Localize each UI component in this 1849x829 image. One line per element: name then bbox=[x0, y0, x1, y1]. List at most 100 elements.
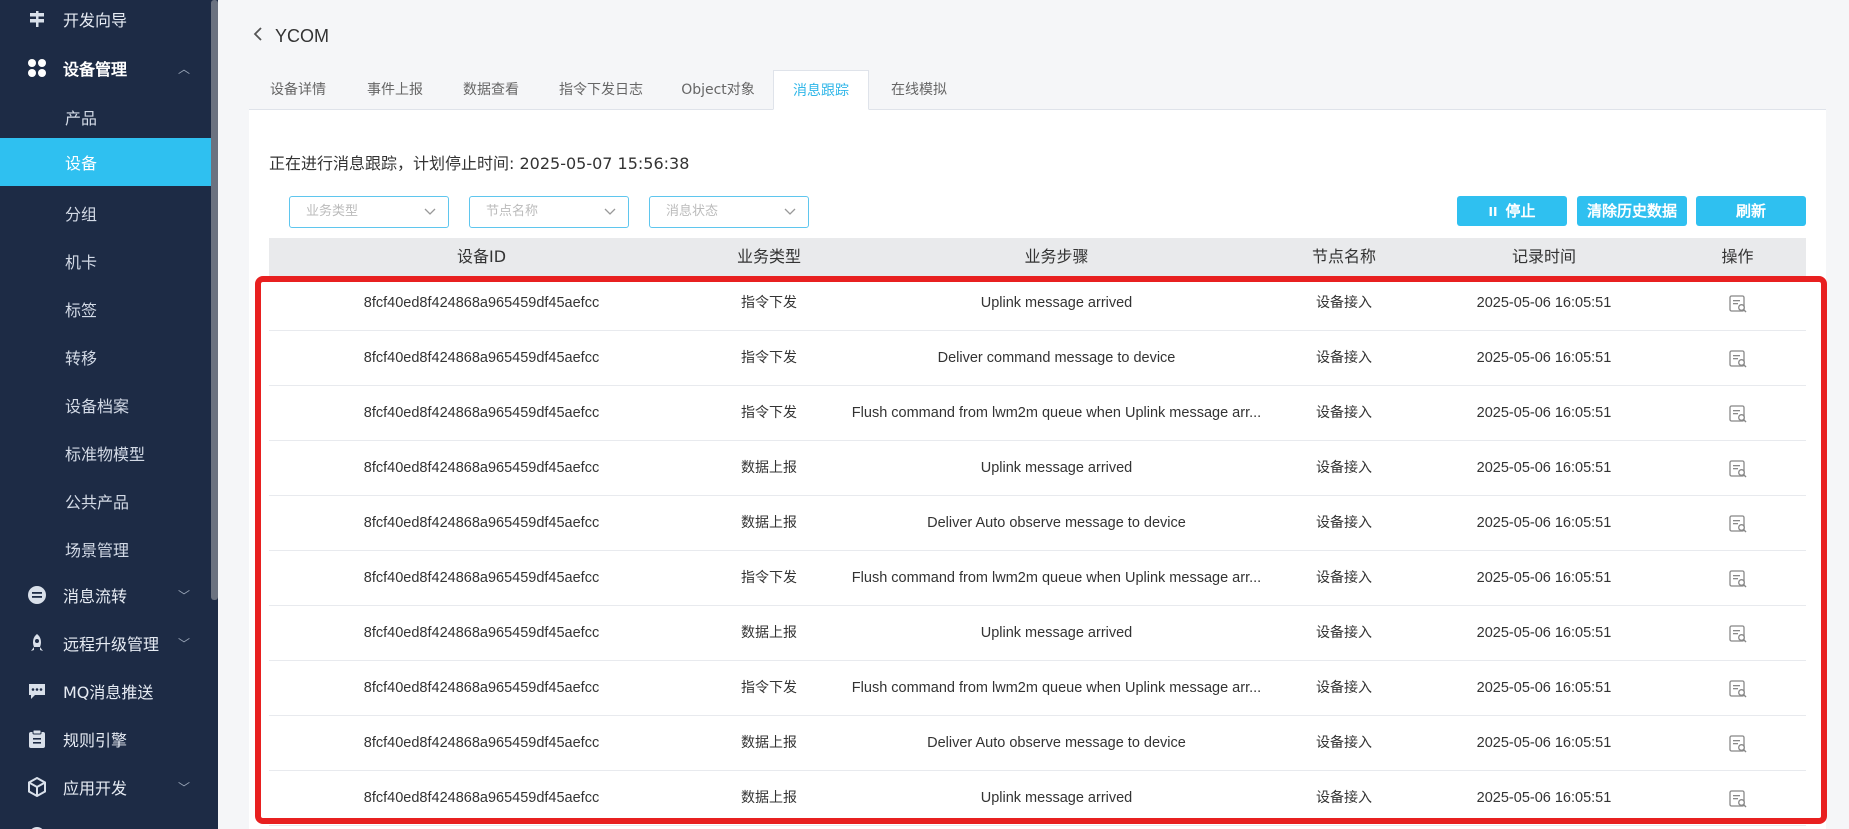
sidebar-subitem-scene[interactable]: 场景管理 bbox=[0, 525, 211, 573]
chevron-down-icon bbox=[604, 197, 616, 238]
sidebar-subitem-device[interactable]: 设备 bbox=[0, 138, 211, 186]
cell-record-time: 2025-05-06 16:05:51 bbox=[1476, 680, 1612, 696]
chevron-up-icon: ︿ bbox=[178, 61, 191, 76]
rocket-icon bbox=[26, 632, 48, 654]
cell-business-step: Flush command from lwm2m queue when Upli… bbox=[851, 405, 1262, 421]
back-icon[interactable] bbox=[252, 26, 264, 47]
clipboard-icon bbox=[26, 728, 48, 750]
sidebar-item-label: MQ消息推送 bbox=[63, 683, 154, 702]
cell-device-id: 8fcf40ed8f424868a965459df45aefcc bbox=[363, 735, 600, 751]
cell-record-time: 2025-05-06 16:05:51 bbox=[1476, 625, 1612, 641]
view-detail-icon[interactable] bbox=[1728, 569, 1748, 589]
message-trace-panel: 正在进行消息跟踪，计划停止时间: 2025-05-07 15:56:38 业务类… bbox=[249, 110, 1826, 829]
sidebar-item-label: 设备管理 bbox=[63, 60, 128, 79]
view-detail-icon[interactable] bbox=[1728, 624, 1748, 644]
refresh-button[interactable]: 刷新 bbox=[1696, 196, 1806, 226]
tab-command-log[interactable]: 指令下发日志 bbox=[539, 70, 663, 110]
sidebar-subitem-transfer[interactable]: 转移 bbox=[0, 333, 211, 381]
business-type-select[interactable]: 业务类型 bbox=[289, 196, 449, 228]
column-header-actions: 操作 bbox=[1721, 247, 1754, 266]
table-row: 8fcf40ed8f424868a965459df45aefcc 数据上报 Upli… bbox=[269, 441, 1806, 496]
sidebar-subitem-archive[interactable]: 设备档案 bbox=[0, 381, 211, 429]
cell-business-step: Flush command from lwm2m queue when Upli… bbox=[851, 680, 1262, 696]
cell-business-type: 数据上报 bbox=[741, 515, 797, 531]
sidebar-subitem-sim[interactable]: 机卡 bbox=[0, 237, 211, 285]
pause-icon: II bbox=[1488, 205, 1498, 219]
cell-record-time: 2025-05-06 16:05:51 bbox=[1476, 790, 1612, 806]
cell-device-id: 8fcf40ed8f424868a965459df45aefcc bbox=[363, 790, 600, 806]
tab-object[interactable]: Object对象 bbox=[663, 70, 773, 110]
sidebar-subitem-label: 分组 bbox=[65, 205, 98, 224]
sidebar-item-device-management[interactable]: 设备管理 ︿ bbox=[0, 44, 211, 92]
message-status-select[interactable]: 消息状态 bbox=[649, 196, 809, 228]
cell-node-name: 设备接入 bbox=[1316, 735, 1372, 751]
cell-record-time: 2025-05-06 16:05:51 bbox=[1476, 460, 1612, 476]
cell-node-name: 设备接入 bbox=[1316, 515, 1372, 531]
view-detail-icon[interactable] bbox=[1728, 404, 1748, 424]
select-placeholder: 消息状态 bbox=[666, 204, 719, 219]
view-detail-icon[interactable] bbox=[1728, 294, 1748, 314]
sidebar-item-rule-engine[interactable]: 规则引擎 bbox=[0, 715, 211, 763]
view-detail-icon[interactable] bbox=[1728, 514, 1748, 534]
sidebar-item-label: 远程升级管理 bbox=[63, 635, 160, 654]
sidebar-scrollbar[interactable] bbox=[211, 0, 218, 600]
view-detail-icon[interactable] bbox=[1728, 734, 1748, 754]
table-row: 8fcf40ed8f424868a965459df45aefcc 数据上报 Deli… bbox=[269, 496, 1806, 551]
sidebar-subitem-tag[interactable]: 标签 bbox=[0, 285, 211, 333]
sidebar-subitem-thing-model[interactable]: 标准物模型 bbox=[0, 429, 211, 477]
sidebar-item-dev-guide[interactable]: 开发向导 bbox=[0, 0, 211, 43]
sidebar-item-ota[interactable]: 远程升级管理 ﹀ bbox=[0, 619, 211, 667]
view-detail-icon[interactable] bbox=[1728, 679, 1748, 699]
partial-icon bbox=[26, 824, 48, 829]
stop-button[interactable]: II 停止 bbox=[1457, 196, 1567, 226]
cell-business-step: Deliver command message to device bbox=[937, 350, 1176, 366]
tab-device-details[interactable]: 设备详情 bbox=[249, 70, 347, 110]
cell-business-step: Deliver Auto observe message to device bbox=[927, 735, 1186, 751]
chevron-down-icon: ﹀ bbox=[178, 588, 191, 603]
view-detail-icon[interactable] bbox=[1728, 459, 1748, 479]
signpost-icon bbox=[26, 8, 48, 30]
sidebar: 开发向导 设备管理 ︿ 产品 设备 分组 机卡 标签 转移 设备档案 标准物模型… bbox=[0, 0, 218, 829]
sidebar-item-label: 开发向导 bbox=[63, 11, 128, 30]
column-header-record-time: 记录时间 bbox=[1511, 247, 1576, 266]
table-header: 设备ID 业务类型 业务步骤 节点名称 记录时间 操作 bbox=[269, 238, 1806, 276]
sidebar-subitem-label: 标签 bbox=[65, 301, 98, 320]
cell-record-time: 2025-05-06 16:05:51 bbox=[1476, 515, 1612, 531]
sidebar-subitem-public-product[interactable]: 公共产品 bbox=[0, 477, 211, 525]
cell-device-id: 8fcf40ed8f424868a965459df45aefcc bbox=[363, 460, 600, 476]
clear-history-button[interactable]: 清除历史数据 bbox=[1577, 196, 1687, 226]
sidebar-item-mq-push[interactable]: MQ消息推送 bbox=[0, 667, 211, 715]
cell-device-id: 8fcf40ed8f424868a965459df45aefcc bbox=[363, 515, 600, 531]
stop-button-label: 停止 bbox=[1505, 202, 1536, 220]
sidebar-subitem-product[interactable]: 产品 bbox=[0, 93, 211, 141]
cell-device-id: 8fcf40ed8f424868a965459df45aefcc bbox=[363, 405, 600, 421]
chevron-down-icon bbox=[784, 197, 796, 238]
tab-message-trace[interactable]: 消息跟踪 bbox=[773, 70, 869, 110]
cell-business-step: Deliver Auto observe message to device bbox=[927, 515, 1186, 531]
chevron-down-icon: ﹀ bbox=[178, 780, 191, 795]
cell-record-time: 2025-05-06 16:05:51 bbox=[1476, 735, 1612, 751]
table-row: 8fcf40ed8f424868a965459df45aefcc 数据上报 Upli… bbox=[269, 771, 1806, 826]
cell-node-name: 设备接入 bbox=[1316, 460, 1372, 476]
cell-business-type: 数据上报 bbox=[741, 790, 797, 806]
table-row: 8fcf40ed8f424868a965459df45aefcc 指令下发 Flus… bbox=[269, 386, 1806, 441]
table-row: 8fcf40ed8f424868a965459df45aefcc 指令下发 Deli… bbox=[269, 331, 1806, 386]
view-detail-icon[interactable] bbox=[1728, 789, 1748, 809]
sidebar-subitem-group[interactable]: 分组 bbox=[0, 189, 211, 237]
sidebar-item-app-dev[interactable]: 应用开发 ﹀ bbox=[0, 763, 211, 811]
sidebar-item-label: 规则引擎 bbox=[63, 731, 128, 750]
cell-node-name: 设备接入 bbox=[1316, 680, 1372, 696]
node-name-select[interactable]: 节点名称 bbox=[469, 196, 629, 228]
tab-data-view[interactable]: 数据查看 bbox=[443, 70, 539, 110]
trace-status-text: 正在进行消息跟踪，计划停止时间: 2025-05-07 15:56:38 bbox=[269, 154, 690, 173]
view-detail-icon[interactable] bbox=[1728, 349, 1748, 369]
sidebar-item-more[interactable] bbox=[0, 811, 211, 829]
cell-device-id: 8fcf40ed8f424868a965459df45aefcc bbox=[363, 625, 600, 641]
sidebar-item-message-flow[interactable]: 消息流转 ﹀ bbox=[0, 571, 211, 619]
tab-event-report[interactable]: 事件上报 bbox=[347, 70, 443, 110]
cell-business-type: 指令下发 bbox=[741, 295, 797, 311]
column-header-node-name: 节点名称 bbox=[1311, 247, 1376, 266]
cell-node-name: 设备接入 bbox=[1316, 625, 1372, 641]
tab-online-sim[interactable]: 在线模拟 bbox=[869, 70, 969, 110]
cell-device-id: 8fcf40ed8f424868a965459df45aefcc bbox=[363, 570, 600, 586]
